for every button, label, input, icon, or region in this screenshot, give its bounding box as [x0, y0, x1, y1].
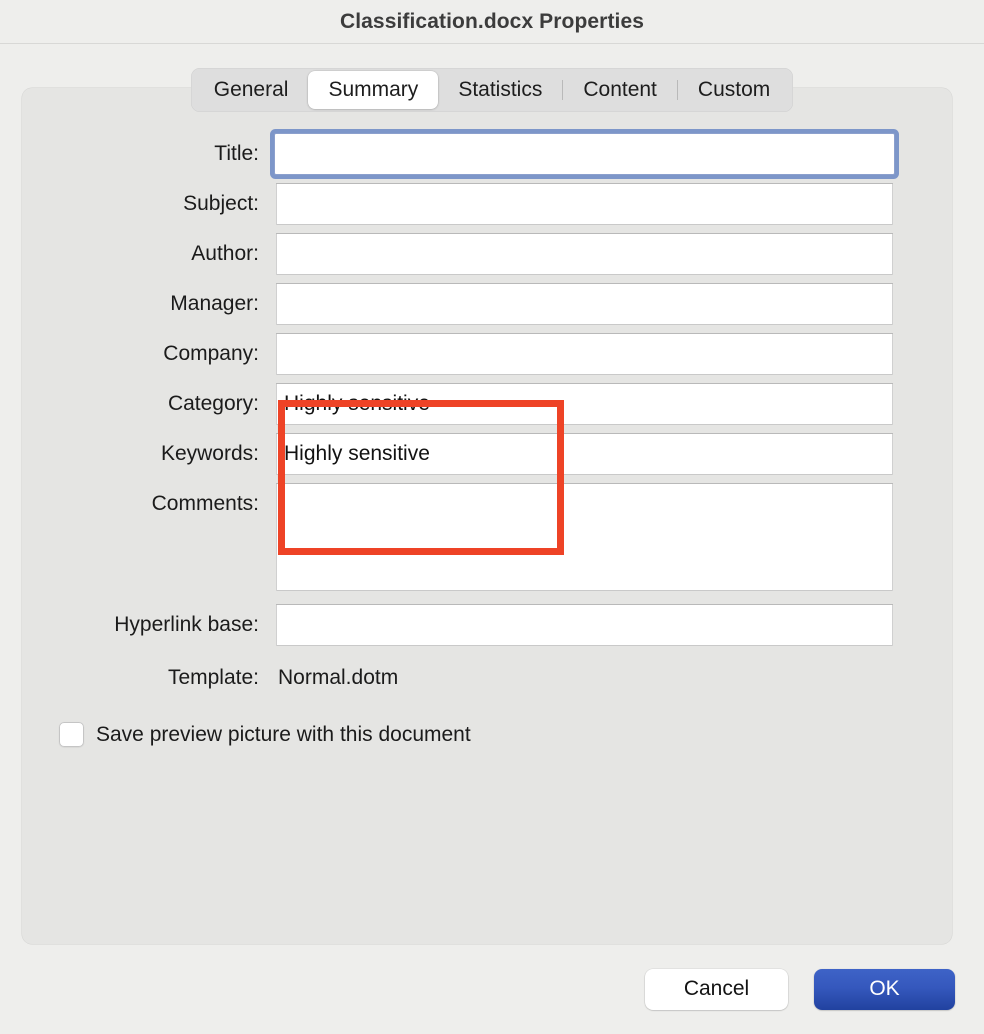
label-manager: Manager: [170, 292, 259, 315]
label-title: Title: [214, 142, 259, 165]
cancel-button[interactable]: Cancel [645, 968, 788, 1010]
save-preview-checkbox[interactable] [59, 722, 84, 747]
ok-button[interactable]: OK [814, 968, 955, 1010]
summary-form: Title: Subject: Author: Manager: Company… [22, 88, 952, 747]
field-row-title: Title: [22, 133, 952, 175]
window-title: Classification.docx Properties [339, 9, 645, 33]
category-input[interactable] [276, 383, 893, 425]
label-comments: Comments: [151, 492, 259, 515]
dialog-footer: Cancel OK [0, 944, 984, 1034]
keywords-input[interactable] [276, 433, 893, 475]
label-template: Template: [167, 666, 259, 689]
window-titlebar: Classification.docx Properties [0, 0, 984, 44]
summary-panel: Title: Subject: Author: Manager: Company… [22, 88, 952, 944]
field-row-author: Author: [22, 233, 952, 275]
subject-input[interactable] [276, 183, 893, 225]
tab-general[interactable]: General [194, 71, 309, 109]
author-input[interactable] [276, 233, 893, 275]
template-value: Normal.dotm [278, 666, 399, 689]
field-row-category: Category: [22, 383, 952, 425]
field-row-comments: Comments: [22, 483, 952, 593]
label-author: Author: [191, 242, 259, 265]
manager-input[interactable] [276, 283, 893, 325]
field-row-keywords: Keywords: [22, 433, 952, 475]
label-company: Company: [163, 342, 259, 365]
tabbar-container: General Summary Statistics Content Custo… [0, 68, 984, 112]
field-row-company: Company: [22, 333, 952, 375]
label-hyperlink-base: Hyperlink base: [114, 613, 259, 636]
field-row-subject: Subject: [22, 183, 952, 225]
tab-custom[interactable]: Custom [678, 71, 790, 109]
tab-content[interactable]: Content [563, 71, 677, 109]
tab-summary[interactable]: Summary [308, 71, 439, 109]
title-input[interactable] [274, 133, 895, 175]
field-row-hyperlink-base: Hyperlink base: [22, 604, 952, 646]
tabbar: General Summary Statistics Content Custo… [190, 68, 794, 112]
label-subject: Subject: [183, 192, 259, 215]
tab-statistics[interactable]: Statistics [438, 71, 562, 109]
label-category: Category: [167, 392, 259, 415]
company-input[interactable] [276, 333, 893, 375]
hyperlink-base-input[interactable] [276, 604, 893, 646]
field-row-template: Template: Normal.dotm [22, 657, 952, 699]
save-preview-row[interactable]: Save preview picture with this document [22, 722, 952, 747]
save-preview-label: Save preview picture with this document [96, 722, 471, 746]
comments-textarea[interactable] [276, 483, 893, 591]
label-keywords: Keywords: [160, 442, 259, 465]
field-row-manager: Manager: [22, 283, 952, 325]
